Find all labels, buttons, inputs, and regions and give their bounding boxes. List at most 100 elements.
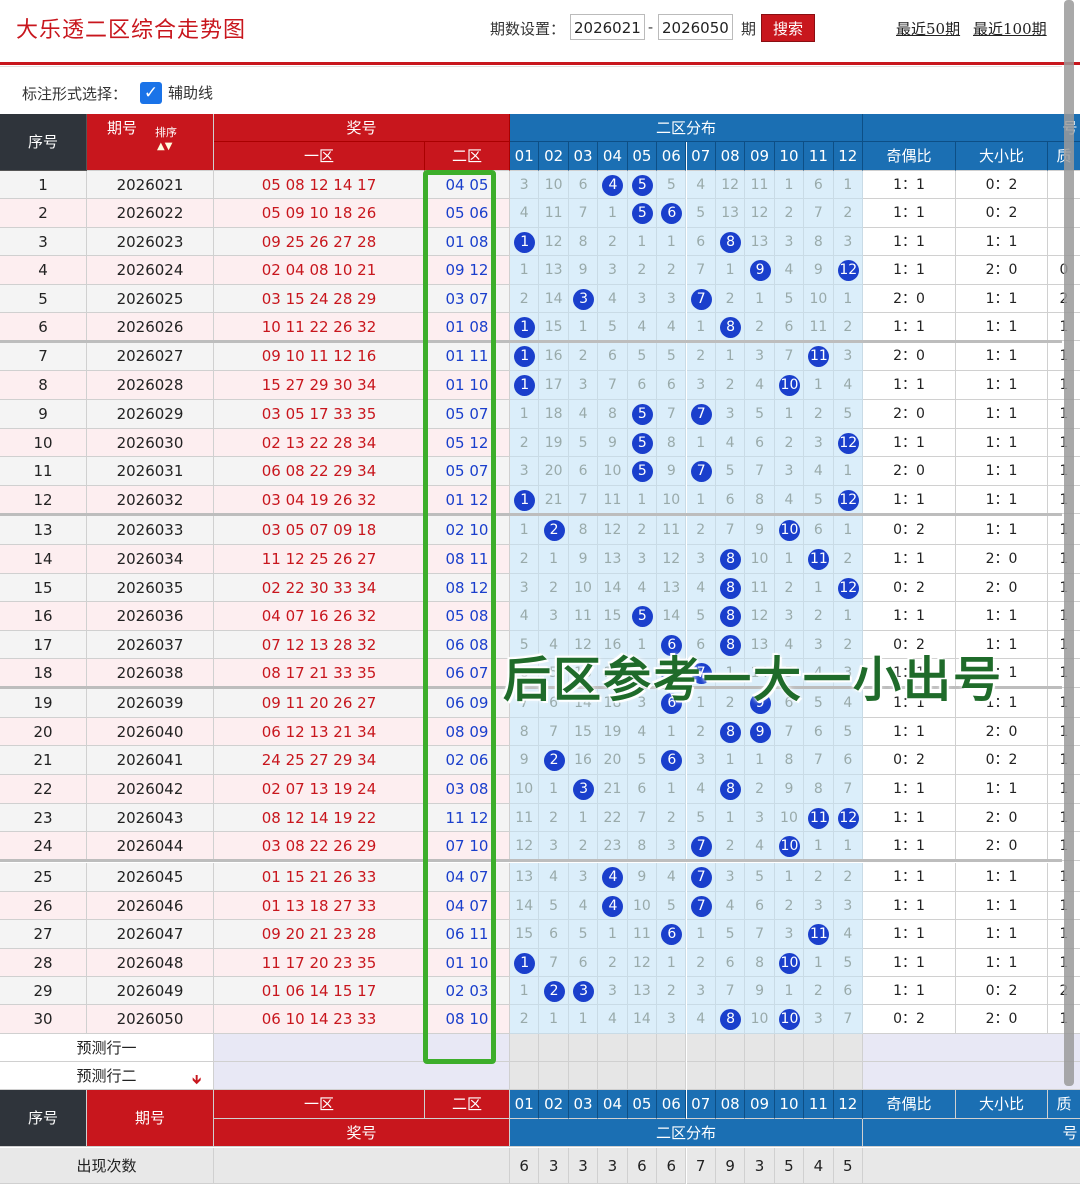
predict-cell[interactable] — [627, 1062, 658, 1090]
dist-cell: 8 — [804, 228, 834, 256]
occurrence-label: 出现次数 — [0, 1148, 214, 1184]
predict-cell[interactable] — [657, 1034, 687, 1062]
predict-cell[interactable] — [774, 1062, 805, 1090]
dist-cell: 2 — [510, 285, 540, 313]
predict-cell[interactable] — [539, 1062, 569, 1090]
sort-label[interactable]: 排序 — [155, 126, 177, 140]
row-period: 2026034 — [87, 545, 214, 574]
dist-cell: 2 — [510, 545, 540, 574]
predict-cell[interactable] — [804, 1062, 834, 1090]
recent-100-link[interactable]: 最近100期 — [973, 18, 1047, 39]
predict-cell[interactable] — [510, 1034, 540, 1062]
dist-cell: 6 — [539, 920, 569, 949]
dist-cell: 4 — [568, 892, 599, 920]
down-arrow-icon[interactable]: 🡻 — [192, 1071, 201, 1093]
dist-cell: 2 — [804, 602, 834, 631]
dist-cell: 10 — [804, 285, 834, 313]
vertical-scrollbar[interactable] — [1064, 0, 1074, 1086]
predict-cell[interactable] — [804, 1034, 834, 1062]
dist-cell: 7 — [657, 400, 687, 429]
dist-cell: 8 — [657, 429, 687, 457]
predict-row-2-label[interactable]: 预测行二 — [0, 1062, 214, 1090]
predict-cell[interactable] — [598, 1062, 628, 1090]
dist-cell: 1 — [657, 228, 687, 256]
predict-cell[interactable] — [568, 1034, 599, 1062]
dist-cell: 3 — [715, 400, 746, 429]
dist-cell: 3 — [686, 371, 716, 400]
predict-cell[interactable] — [745, 1034, 775, 1062]
dist-cell: 8 — [627, 832, 658, 861]
row-big-small: 2：0 — [956, 718, 1048, 746]
dist-cell: 8 — [715, 775, 746, 804]
row-front-numbers: 06 10 14 23 33 — [214, 1005, 425, 1034]
row-front-numbers: 01 13 18 27 33 — [214, 892, 425, 920]
hit-ball: 9 — [749, 721, 771, 743]
row-front-numbers: 05 09 10 18 26 — [214, 199, 425, 228]
hit-ball: 7 — [690, 895, 712, 917]
hit-ball: 3 — [573, 779, 595, 800]
row-seq: 21 — [0, 746, 87, 775]
predict-cell[interactable] — [715, 1034, 746, 1062]
dist-cell: 4 — [598, 892, 628, 920]
predict-cell[interactable] — [598, 1034, 628, 1062]
predict-cell[interactable] — [774, 1034, 805, 1062]
row-seq: 2 — [0, 199, 87, 228]
predict-cell[interactable] — [510, 1062, 540, 1090]
dist-cell: 3 — [833, 342, 863, 371]
row-big-small: 0：2 — [956, 977, 1048, 1005]
row-odd-even: 1：1 — [863, 371, 956, 400]
hit-ball: 5 — [631, 174, 653, 196]
dist-cell: 5 — [627, 746, 658, 775]
dist-cell: 22 — [598, 804, 628, 832]
dist-cell: 7 — [539, 949, 569, 977]
dist-cell: 5 — [804, 486, 834, 514]
predict-cell[interactable] — [686, 1034, 716, 1062]
dist-cell: 4 — [804, 457, 834, 486]
row-odd-even: 1：1 — [863, 429, 956, 457]
recent-50-link[interactable]: 最近50期 — [896, 18, 960, 39]
hit-ball: 7 — [690, 461, 712, 482]
predict-cell[interactable] — [539, 1034, 569, 1062]
period-to-input[interactable]: 2026050 — [658, 14, 733, 40]
period-from-input[interactable]: 2026021 — [570, 14, 645, 40]
row-big-small: 1：1 — [956, 602, 1048, 631]
predict-row-1-label[interactable]: 预测行一 — [0, 1034, 214, 1062]
header-period[interactable]: 期号 排序 ▲▼ — [87, 114, 214, 171]
dist-cell: 2 — [774, 199, 805, 228]
dist-cell: 9 — [745, 256, 775, 285]
aux-line-checkbox[interactable]: ✓ — [140, 82, 162, 104]
dist-cell: 3 — [745, 342, 775, 371]
predict-cell[interactable] — [657, 1062, 687, 1090]
header-zone1: 一区 — [214, 142, 425, 171]
sort-arrows-icon[interactable]: ▲▼ — [157, 142, 172, 152]
dist-cell: 12 — [833, 429, 863, 457]
occurrence-count: 7 — [686, 1148, 716, 1184]
row-seq: 15 — [0, 574, 87, 602]
dist-cell: 14 — [627, 1005, 658, 1034]
dist-cell: 8 — [568, 228, 599, 256]
dist-cell: 2 — [745, 313, 775, 341]
row-period: 2026047 — [87, 920, 214, 949]
dist-cell: 11 — [804, 804, 834, 832]
predict-cell[interactable] — [833, 1034, 863, 1062]
row-odd-even: 2：0 — [863, 457, 956, 486]
dist-cell: 1 — [510, 949, 540, 977]
dist-cell: 13 — [598, 545, 628, 574]
predict-cell[interactable] — [745, 1062, 775, 1090]
predict-cell[interactable] — [686, 1062, 716, 1090]
predict-cell[interactable] — [627, 1034, 658, 1062]
hit-ball: 2 — [543, 519, 565, 541]
hit-ball: 1 — [514, 346, 536, 367]
predict-cell[interactable] — [568, 1062, 599, 1090]
predict-cell[interactable] — [715, 1062, 746, 1090]
dist-cell: 14 — [539, 285, 569, 313]
header-stats-group — [863, 114, 1080, 142]
dist-cell: 3 — [715, 863, 746, 892]
dist-cell: 11 — [627, 920, 658, 949]
dist-cell: 14 — [657, 602, 687, 631]
dist-cell: 1 — [510, 342, 540, 371]
predict-cell[interactable] — [833, 1062, 863, 1090]
row-big-small: 0：2 — [956, 199, 1048, 228]
occurrence-count: 9 — [715, 1148, 746, 1184]
search-button[interactable]: 搜索 — [761, 14, 815, 42]
